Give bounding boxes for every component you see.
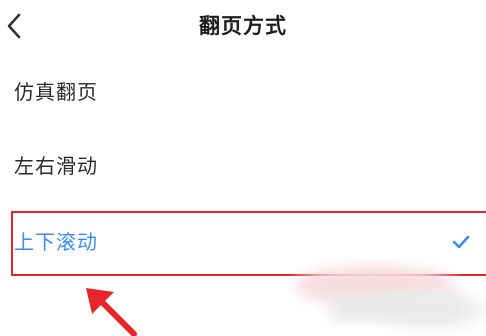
page-title: 翻页方式: [199, 14, 287, 38]
checkmark-icon: [452, 235, 470, 249]
red-arrow-icon: [86, 288, 137, 336]
top-bar: 翻页方式: [0, 0, 486, 54]
option-simulated-page-turn[interactable]: 仿真翻页: [0, 62, 486, 122]
option-label: 仿真翻页: [14, 80, 98, 104]
option-vertical-scroll[interactable]: 上下滚动: [0, 212, 486, 272]
page-turn-settings-screen: 翻页方式 仿真翻页 左右滑动 上下滚动: [0, 0, 486, 336]
option-label: 上下滚动: [14, 230, 98, 254]
option-label: 左右滑动: [14, 154, 98, 178]
option-horizontal-swipe[interactable]: 左右滑动: [0, 136, 486, 196]
